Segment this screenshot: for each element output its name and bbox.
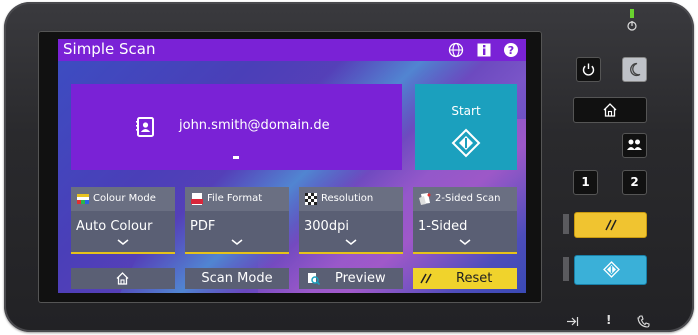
key-2-button[interactable]: 2 (622, 170, 647, 195)
reset-label: Reset (456, 271, 493, 286)
user-destination-card[interactable]: john.smith@domain.de (71, 84, 402, 170)
scan-mode-button[interactable]: Scan Mode (185, 268, 289, 289)
reset-icon (420, 273, 432, 284)
contact-card-icon (136, 117, 154, 137)
users-icon (627, 139, 642, 150)
chevron-down-icon (459, 239, 471, 245)
login-arrow-icon (567, 317, 579, 326)
reset-button[interactable]: Reset (413, 268, 517, 289)
fax-phone-icon (637, 315, 650, 328)
setting-header: File Format (185, 187, 289, 211)
reset-indicator (563, 214, 569, 234)
resolution-icon (305, 193, 317, 205)
setting-value: PDF (190, 219, 216, 234)
start-indicator (563, 257, 569, 281)
hardware-start-button[interactable] (574, 255, 647, 285)
preview-label: Preview (335, 271, 386, 286)
setting-header: 2-Sided Scan (413, 187, 517, 211)
language-globe-icon[interactable] (448, 42, 464, 58)
user-login-button[interactable] (622, 133, 647, 158)
chevron-down-icon (231, 239, 243, 245)
preview-icon (308, 273, 320, 285)
start-diamond-icon (451, 128, 481, 158)
error-alert-icon: ! (606, 313, 612, 327)
chevron-down-icon (345, 239, 357, 245)
key-1-button[interactable]: 1 (573, 170, 598, 195)
home-button[interactable] (71, 268, 175, 289)
preview-button[interactable]: Preview (299, 268, 403, 289)
pdf-file-icon (191, 193, 203, 205)
home-icon (116, 272, 129, 285)
setting-value: Auto Colour (76, 219, 153, 234)
setting-value: 1-Sided (418, 219, 468, 234)
info-icon[interactable] (476, 42, 492, 58)
power-button[interactable] (576, 57, 601, 82)
duplex-scan-icon (419, 193, 431, 205)
resolution-setting[interactable]: Resolution 300dpi (299, 187, 403, 254)
hardware-reset-button[interactable] (574, 212, 647, 238)
start-diamond-icon (603, 261, 620, 278)
touch-screen: Simple Scan ? john.smith@domain.de Start… (58, 39, 526, 293)
user-email: john.smith@domain.de (179, 118, 330, 133)
power-led (630, 9, 634, 18)
setting-label: 2-Sided Scan (435, 193, 501, 204)
svg-text:?: ? (508, 44, 514, 57)
setting-label: Resolution (321, 193, 374, 204)
start-label: Start (451, 104, 481, 118)
setting-header: Resolution (299, 187, 403, 211)
power-standby-icon (627, 21, 637, 31)
title-bar: Simple Scan ? (58, 39, 526, 61)
home-icon (603, 103, 617, 117)
colour-mode-setting[interactable]: Colour Mode Auto Colour (71, 187, 175, 254)
two-sided-scan-setting[interactable]: 2-Sided Scan 1-Sided (413, 187, 517, 254)
reset-icon (605, 219, 617, 231)
app-title: Simple Scan (63, 40, 156, 58)
colour-mode-icon (77, 194, 89, 204)
setting-label: Colour Mode (93, 193, 156, 204)
file-format-setting[interactable]: File Format PDF (185, 187, 289, 254)
setting-value: 300dpi (304, 219, 349, 234)
sleep-button[interactable] (622, 57, 647, 82)
card-indicator (233, 156, 239, 159)
moon-icon (630, 62, 641, 77)
start-button[interactable]: Start (415, 84, 517, 170)
setting-header: Colour Mode (71, 187, 175, 211)
help-icon[interactable]: ? (503, 42, 519, 58)
setting-label: File Format (207, 193, 263, 204)
chevron-down-icon (117, 239, 129, 245)
power-icon (582, 63, 595, 76)
hardware-home-button[interactable] (573, 97, 647, 123)
